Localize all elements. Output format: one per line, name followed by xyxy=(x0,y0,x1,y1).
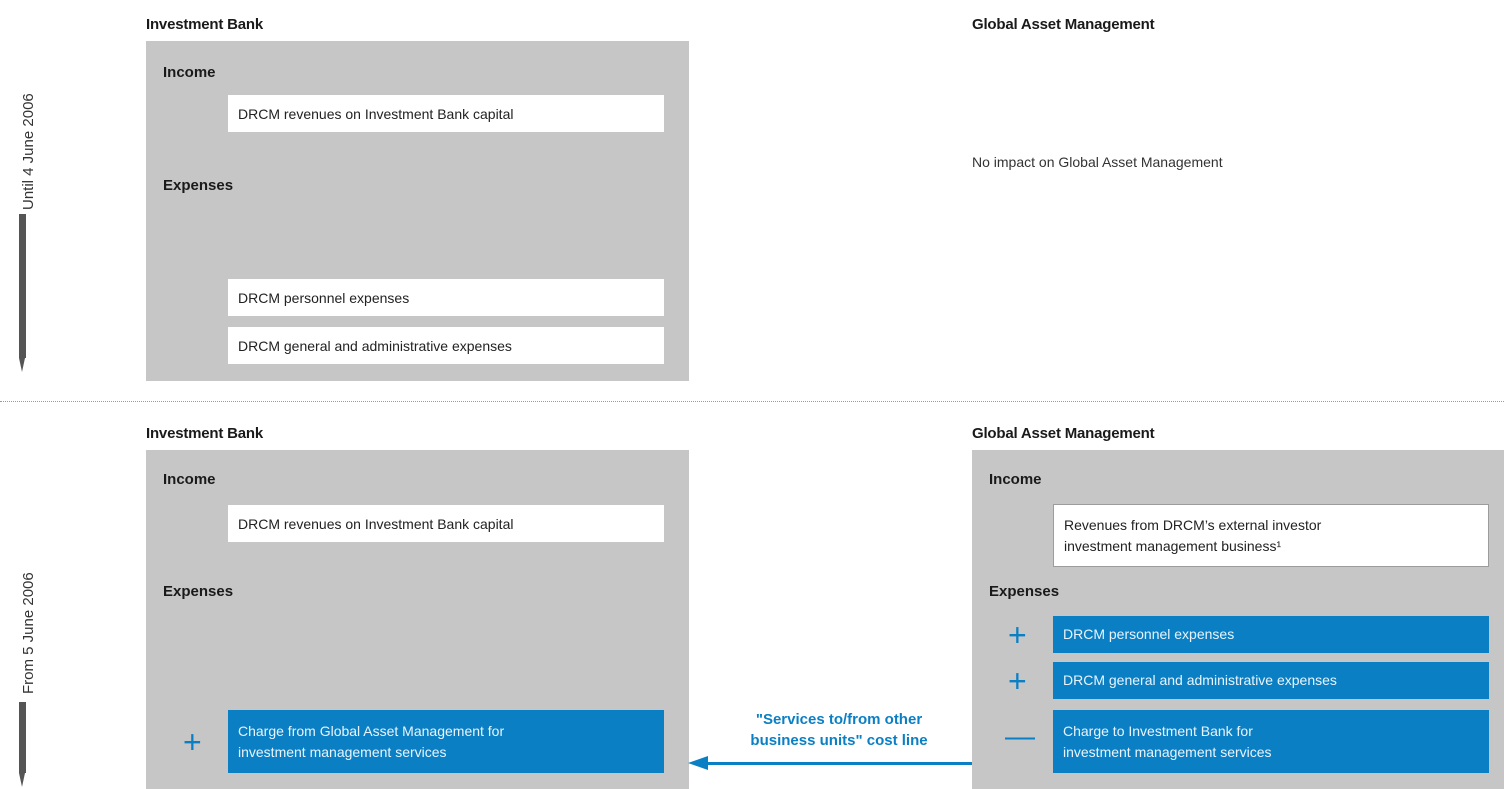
top-ib-expenses-label: Expenses xyxy=(163,177,234,194)
period-label-top: Until 4 June 2006 xyxy=(20,93,37,210)
bottom-ib-charge-line-1: Charge from Global Asset Management for xyxy=(238,723,505,740)
timeline-bar-top xyxy=(19,214,26,358)
arrow-label-line-1: "Services to/from other xyxy=(755,711,923,728)
timeline-arrow-bottom-icon xyxy=(19,773,25,787)
bottom-gam-charge-line-1: Charge to Investment Bank for xyxy=(1063,723,1253,740)
bottom-gam-personnel-plus-icon: + xyxy=(1008,617,1027,653)
bottom-gam-expense-charge: Charge to Investment Bank for investment… xyxy=(1053,710,1489,773)
top-ib-title: Investment Bank xyxy=(146,16,264,33)
bottom-ib-income-label: Income xyxy=(163,471,216,488)
period-divider xyxy=(0,401,1504,402)
top-gam-note: No impact on Global Asset Management xyxy=(972,154,1223,170)
timeline-arrow-top-icon xyxy=(19,358,25,372)
bottom-gam-expenses-label: Expenses xyxy=(989,583,1060,600)
bottom-gam-charge-line-2: investment management services xyxy=(1063,743,1272,760)
bottom-ib-charge-item: Charge from Global Asset Management for … xyxy=(228,710,664,773)
bottom-gam-income-label: Income xyxy=(989,471,1042,488)
bottom-ib-charge-plus-icon: + xyxy=(183,724,202,760)
arrow-left-icon xyxy=(688,756,708,770)
bottom-ib-title: Investment Bank xyxy=(146,425,264,442)
bottom-gam-income-line-1: Revenues from DRCM’s external investor xyxy=(1064,517,1322,534)
top-ib-income-item: DRCM revenues on Investment Bank capital xyxy=(228,95,664,132)
bottom-ib-income-item: DRCM revenues on Investment Bank capital xyxy=(228,505,664,542)
bottom-gam-expense-personnel: DRCM personnel expenses xyxy=(1053,616,1489,653)
top-ib-expense-ga: DRCM general and administrative expenses xyxy=(228,327,664,364)
top-ib-expense-personnel: DRCM personnel expenses xyxy=(228,279,664,316)
arrow-label-line-2: business units" cost line xyxy=(750,732,928,749)
bottom-gam-income-line-2: investment management business¹ xyxy=(1064,537,1282,554)
bottom-gam-title: Global Asset Management xyxy=(972,425,1155,442)
arrow-label: "Services to/from other business units" … xyxy=(706,709,972,751)
bottom-gam-income-item: Revenues from DRCM’s external investor i… xyxy=(1053,504,1489,567)
bottom-gam-charge-minus-icon: — xyxy=(1005,720,1035,753)
bottom-ib-charge-line-2: investment management services xyxy=(238,743,447,760)
arrow-shaft xyxy=(706,762,972,765)
top-ib-income-label: Income xyxy=(163,64,216,81)
bottom-gam-ga-plus-icon: + xyxy=(1008,663,1027,699)
timeline-bar-bottom xyxy=(19,702,26,773)
bottom-gam-expense-ga: DRCM general and administrative expenses xyxy=(1053,662,1489,699)
top-gam-title: Global Asset Management xyxy=(972,16,1155,33)
bottom-ib-expenses-label: Expenses xyxy=(163,583,234,600)
period-label-bottom: From 5 June 2006 xyxy=(20,572,37,694)
